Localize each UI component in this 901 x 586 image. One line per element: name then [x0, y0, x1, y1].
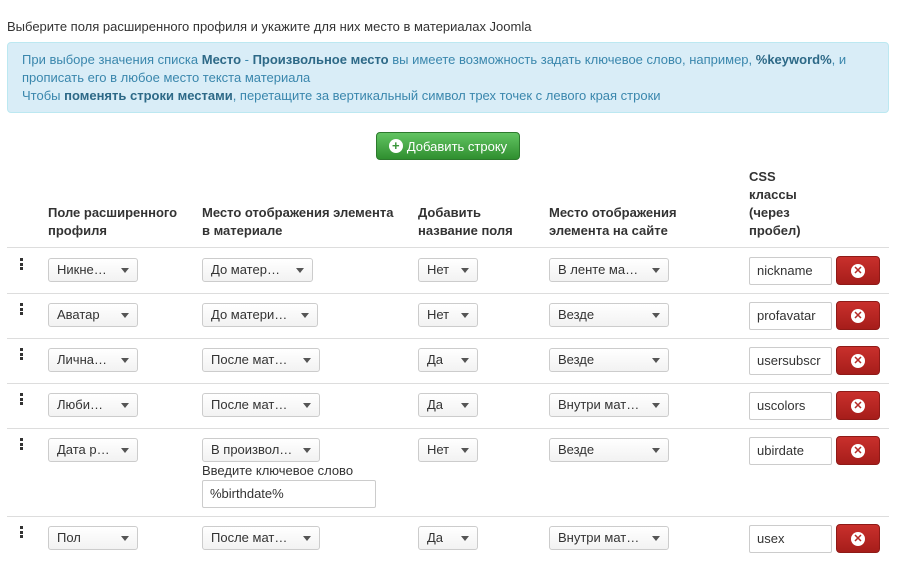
site-place-select[interactable]: В ленте ма… — [549, 258, 669, 282]
css-classes-input[interactable]: usex — [749, 525, 832, 553]
caret-down-icon — [652, 358, 660, 363]
caret-down-icon — [461, 536, 469, 541]
article-place-select[interactable]: После мат… — [202, 526, 320, 550]
profile-field-select[interactable]: Аватар — [48, 303, 138, 327]
delete-row-button[interactable]: ✕ — [836, 436, 880, 465]
close-circle-icon: ✕ — [851, 263, 865, 278]
close-circle-icon: ✕ — [851, 443, 865, 458]
delete-row-button[interactable]: ✕ — [836, 524, 880, 553]
caret-down-icon — [461, 268, 469, 273]
caret-down-icon — [652, 536, 660, 541]
header-add-field-name: Добавить название поля — [418, 205, 513, 238]
delete-row-button[interactable]: ✕ — [836, 301, 880, 330]
css-classes-input[interactable]: ubirdate — [749, 437, 832, 465]
site-place-select[interactable]: Внутри мат… — [549, 526, 669, 550]
site-place-select[interactable]: Везде — [549, 438, 669, 462]
add-name-select[interactable]: Нет — [418, 303, 478, 327]
css-classes-input[interactable]: uscolors — [749, 392, 832, 420]
add-name-select[interactable]: Да — [418, 348, 478, 372]
drag-handle-icon[interactable] — [19, 393, 23, 405]
caret-down-icon — [301, 313, 309, 318]
profile-field-select[interactable]: Лична… — [48, 348, 138, 372]
plus-circle-icon: + — [388, 139, 403, 153]
header-site-place: Место отображения элемента на сайте — [549, 205, 677, 238]
caret-down-icon — [303, 448, 311, 453]
profile-field-select[interactable]: Пол — [48, 526, 138, 550]
add-row-button[interactable]: + Добавить строку — [376, 132, 520, 160]
row-divider — [7, 293, 889, 294]
css-classes-input[interactable]: profavatar — [749, 302, 832, 330]
header-article-place: Место отображения элемента в материале — [202, 205, 394, 238]
caret-down-icon — [652, 313, 660, 318]
caret-down-icon — [461, 313, 469, 318]
alert-line-2: прописать его в любое место текста матер… — [22, 70, 311, 85]
delete-row-button[interactable]: ✕ — [836, 391, 880, 420]
row-divider — [7, 338, 889, 339]
close-circle-icon: ✕ — [851, 398, 865, 413]
add-name-select[interactable]: Нет — [418, 438, 478, 462]
close-circle-icon: ✕ — [851, 531, 865, 546]
add-name-select[interactable]: Да — [418, 393, 478, 417]
caret-down-icon — [121, 448, 129, 453]
info-alert: При выборе значения списка Место - Произ… — [7, 42, 889, 113]
close-circle-icon: ✕ — [851, 308, 865, 323]
caret-down-icon — [652, 403, 660, 408]
caret-down-icon — [121, 403, 129, 408]
caret-down-icon — [296, 268, 304, 273]
caret-down-icon — [121, 358, 129, 363]
close-circle-icon: ✕ — [851, 353, 865, 368]
add-name-select[interactable]: Да — [418, 526, 478, 550]
article-place-select[interactable]: В произвол… — [202, 438, 320, 462]
row-divider — [7, 516, 889, 517]
drag-handle-icon[interactable] — [19, 258, 23, 270]
alert-line-3: Чтобы поменять строки местами, перетащит… — [22, 88, 661, 103]
alert-line-1: При выборе значения списка Место - Произ… — [22, 52, 847, 67]
keyword-label: Введите ключевое слово — [202, 463, 354, 478]
keyword-input[interactable]: %birthdate% — [202, 480, 376, 508]
site-place-select[interactable]: Внутри мат… — [549, 393, 669, 417]
site-place-select[interactable]: Везде — [549, 303, 669, 327]
delete-row-button[interactable]: ✕ — [836, 256, 880, 285]
drag-handle-icon[interactable] — [19, 303, 23, 315]
css-classes-input[interactable]: usersubscr — [749, 347, 832, 375]
row-divider — [7, 247, 889, 248]
header-profile-field: Поле расширенного профиля — [48, 205, 178, 238]
row-divider — [7, 428, 889, 429]
add-name-select[interactable]: Нет — [418, 258, 478, 282]
site-place-select[interactable]: Везде — [549, 348, 669, 372]
caret-down-icon — [652, 448, 660, 453]
article-place-select[interactable]: После мат… — [202, 393, 320, 417]
delete-row-button[interactable]: ✕ — [836, 346, 880, 375]
article-place-select[interactable]: До матер… — [202, 258, 313, 282]
add-row-label: Добавить строку — [406, 138, 508, 154]
caret-down-icon — [461, 403, 469, 408]
header-css-classes: CSS классы (через пробел) — [749, 169, 801, 238]
profile-field-select[interactable]: Никне… — [48, 258, 138, 282]
caret-down-icon — [121, 268, 129, 273]
drag-handle-icon[interactable] — [19, 526, 23, 538]
intro-text: Выберите поля расширенного профиля и ука… — [7, 19, 532, 34]
caret-down-icon — [303, 536, 311, 541]
caret-down-icon — [303, 358, 311, 363]
drag-handle-icon[interactable] — [19, 348, 23, 360]
row-divider — [7, 383, 889, 384]
caret-down-icon — [461, 448, 469, 453]
article-place-select[interactable]: До матери… — [202, 303, 318, 327]
caret-down-icon — [303, 403, 311, 408]
css-classes-input[interactable]: nickname — [749, 257, 832, 285]
caret-down-icon — [121, 536, 129, 541]
article-place-select[interactable]: После мат… — [202, 348, 320, 372]
caret-down-icon — [652, 268, 660, 273]
profile-field-select[interactable]: Люби… — [48, 393, 138, 417]
profile-field-select[interactable]: Дата р… — [48, 438, 138, 462]
caret-down-icon — [461, 358, 469, 363]
drag-handle-icon[interactable] — [19, 438, 23, 450]
caret-down-icon — [121, 313, 129, 318]
